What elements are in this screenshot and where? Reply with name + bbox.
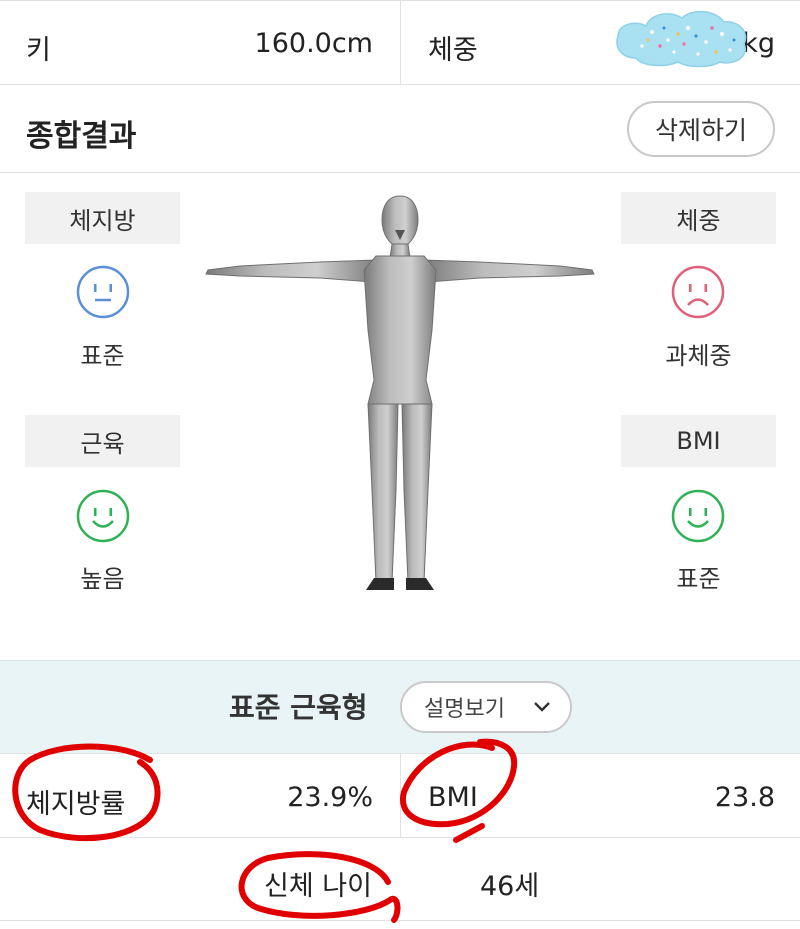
neutral-face-icon — [76, 265, 130, 319]
body-fat-rate-value: 23.9% — [287, 782, 373, 813]
card-header-muscle: 근육 — [25, 415, 180, 467]
height-value: 160.0cm — [254, 28, 373, 59]
happy-face-icon — [671, 489, 725, 543]
card-header-body-fat: 체지방 — [25, 192, 180, 244]
card-status-muscle: 높음 — [80, 565, 125, 593]
card-status-bmi: 표준 — [676, 565, 721, 593]
human-figure — [205, 195, 595, 590]
body-age-value: 46세 — [480, 871, 540, 902]
body-fat-rate-label: 체지방률 — [26, 789, 126, 820]
bmi-label: BMI — [428, 782, 478, 813]
explain-button-label: 설명보기 — [424, 697, 505, 722]
card-header-bmi: BMI — [621, 415, 776, 467]
summary-title: 종합결과 — [26, 119, 137, 154]
bmi-value: 23.8 — [714, 782, 775, 813]
delete-button[interactable]: 삭제하기 — [627, 101, 775, 157]
card-status-body-fat: 표준 — [80, 342, 125, 370]
card-status-weight: 과체중 — [665, 342, 732, 370]
height-label: 키 — [26, 35, 51, 66]
card-header-weight: 체중 — [621, 192, 776, 244]
body-age-label: 신체 나이 — [264, 871, 372, 902]
redaction-cloud — [616, 10, 747, 68]
explain-button[interactable]: 설명보기 — [400, 681, 572, 733]
happy-face-icon — [76, 489, 130, 543]
weight-label: 체중 — [428, 35, 478, 66]
sad-face-icon — [671, 265, 725, 319]
body-type-label: 표준 근육형 — [229, 691, 368, 724]
chevron-down-icon — [534, 702, 550, 712]
